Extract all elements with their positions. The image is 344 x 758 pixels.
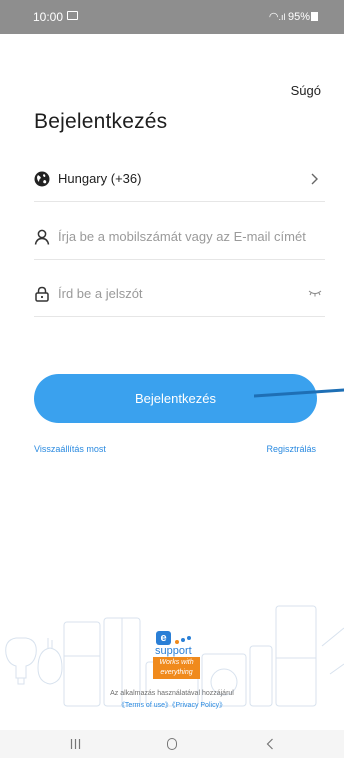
- reset-link[interactable]: Visszaállítás most: [34, 444, 106, 454]
- consent-text: Az alkalmazás használatával hozzájárul: [110, 690, 234, 697]
- page-title: Bejelentkezés: [34, 110, 168, 133]
- account-field[interactable]: Írja be a mobilszámát vagy az E-mail cím…: [34, 220, 325, 260]
- password-placeholder: Írd be a jelszót: [58, 286, 143, 301]
- logo-dots-icon: [175, 636, 191, 644]
- help-link[interactable]: Súgó: [291, 83, 321, 98]
- password-field[interactable]: Írd be a jelszót: [34, 277, 325, 317]
- consent-links: 《Terms of use》《Privacy Policy》: [0, 700, 344, 710]
- home-icon[interactable]: [167, 738, 177, 750]
- register-link[interactable]: Regisztrálás: [266, 444, 316, 454]
- battery-percent: 95%: [287, 11, 310, 23]
- logo-word: support: [155, 645, 192, 657]
- account-placeholder: Írja be a mobilszámát vagy az E-mail cím…: [58, 229, 306, 244]
- annotation-arrow: [254, 388, 344, 398]
- wifi-icon: ◠: [268, 11, 279, 23]
- signal-icon: .ıl: [278, 12, 288, 22]
- logo-letter: e: [156, 631, 171, 645]
- lock-icon: [35, 286, 49, 302]
- navigation-bar: [0, 730, 344, 758]
- status-battery-text: ◠.ıl 95%: [269, 10, 310, 23]
- terms-link[interactable]: 《Terms of use》: [118, 702, 172, 709]
- country-selector[interactable]: Hungary (+36): [34, 162, 325, 202]
- back-icon[interactable]: [266, 738, 274, 750]
- works-with-badge: Works with everything: [153, 657, 200, 679]
- chevron-right-icon: [311, 173, 318, 185]
- battery-icon: [311, 12, 318, 21]
- status-bar: 10:00 ◠.ıl 95%: [0, 0, 344, 34]
- globe-icon: [34, 171, 50, 187]
- recents-icon[interactable]: [70, 739, 81, 749]
- image-icon: [67, 11, 78, 20]
- user-icon: [34, 229, 50, 245]
- privacy-link[interactable]: 《Privacy Policy》: [172, 702, 226, 709]
- status-time: 10:00: [33, 10, 64, 24]
- country-value: Hungary (+36): [58, 171, 142, 186]
- eye-hidden-icon[interactable]: [308, 288, 322, 298]
